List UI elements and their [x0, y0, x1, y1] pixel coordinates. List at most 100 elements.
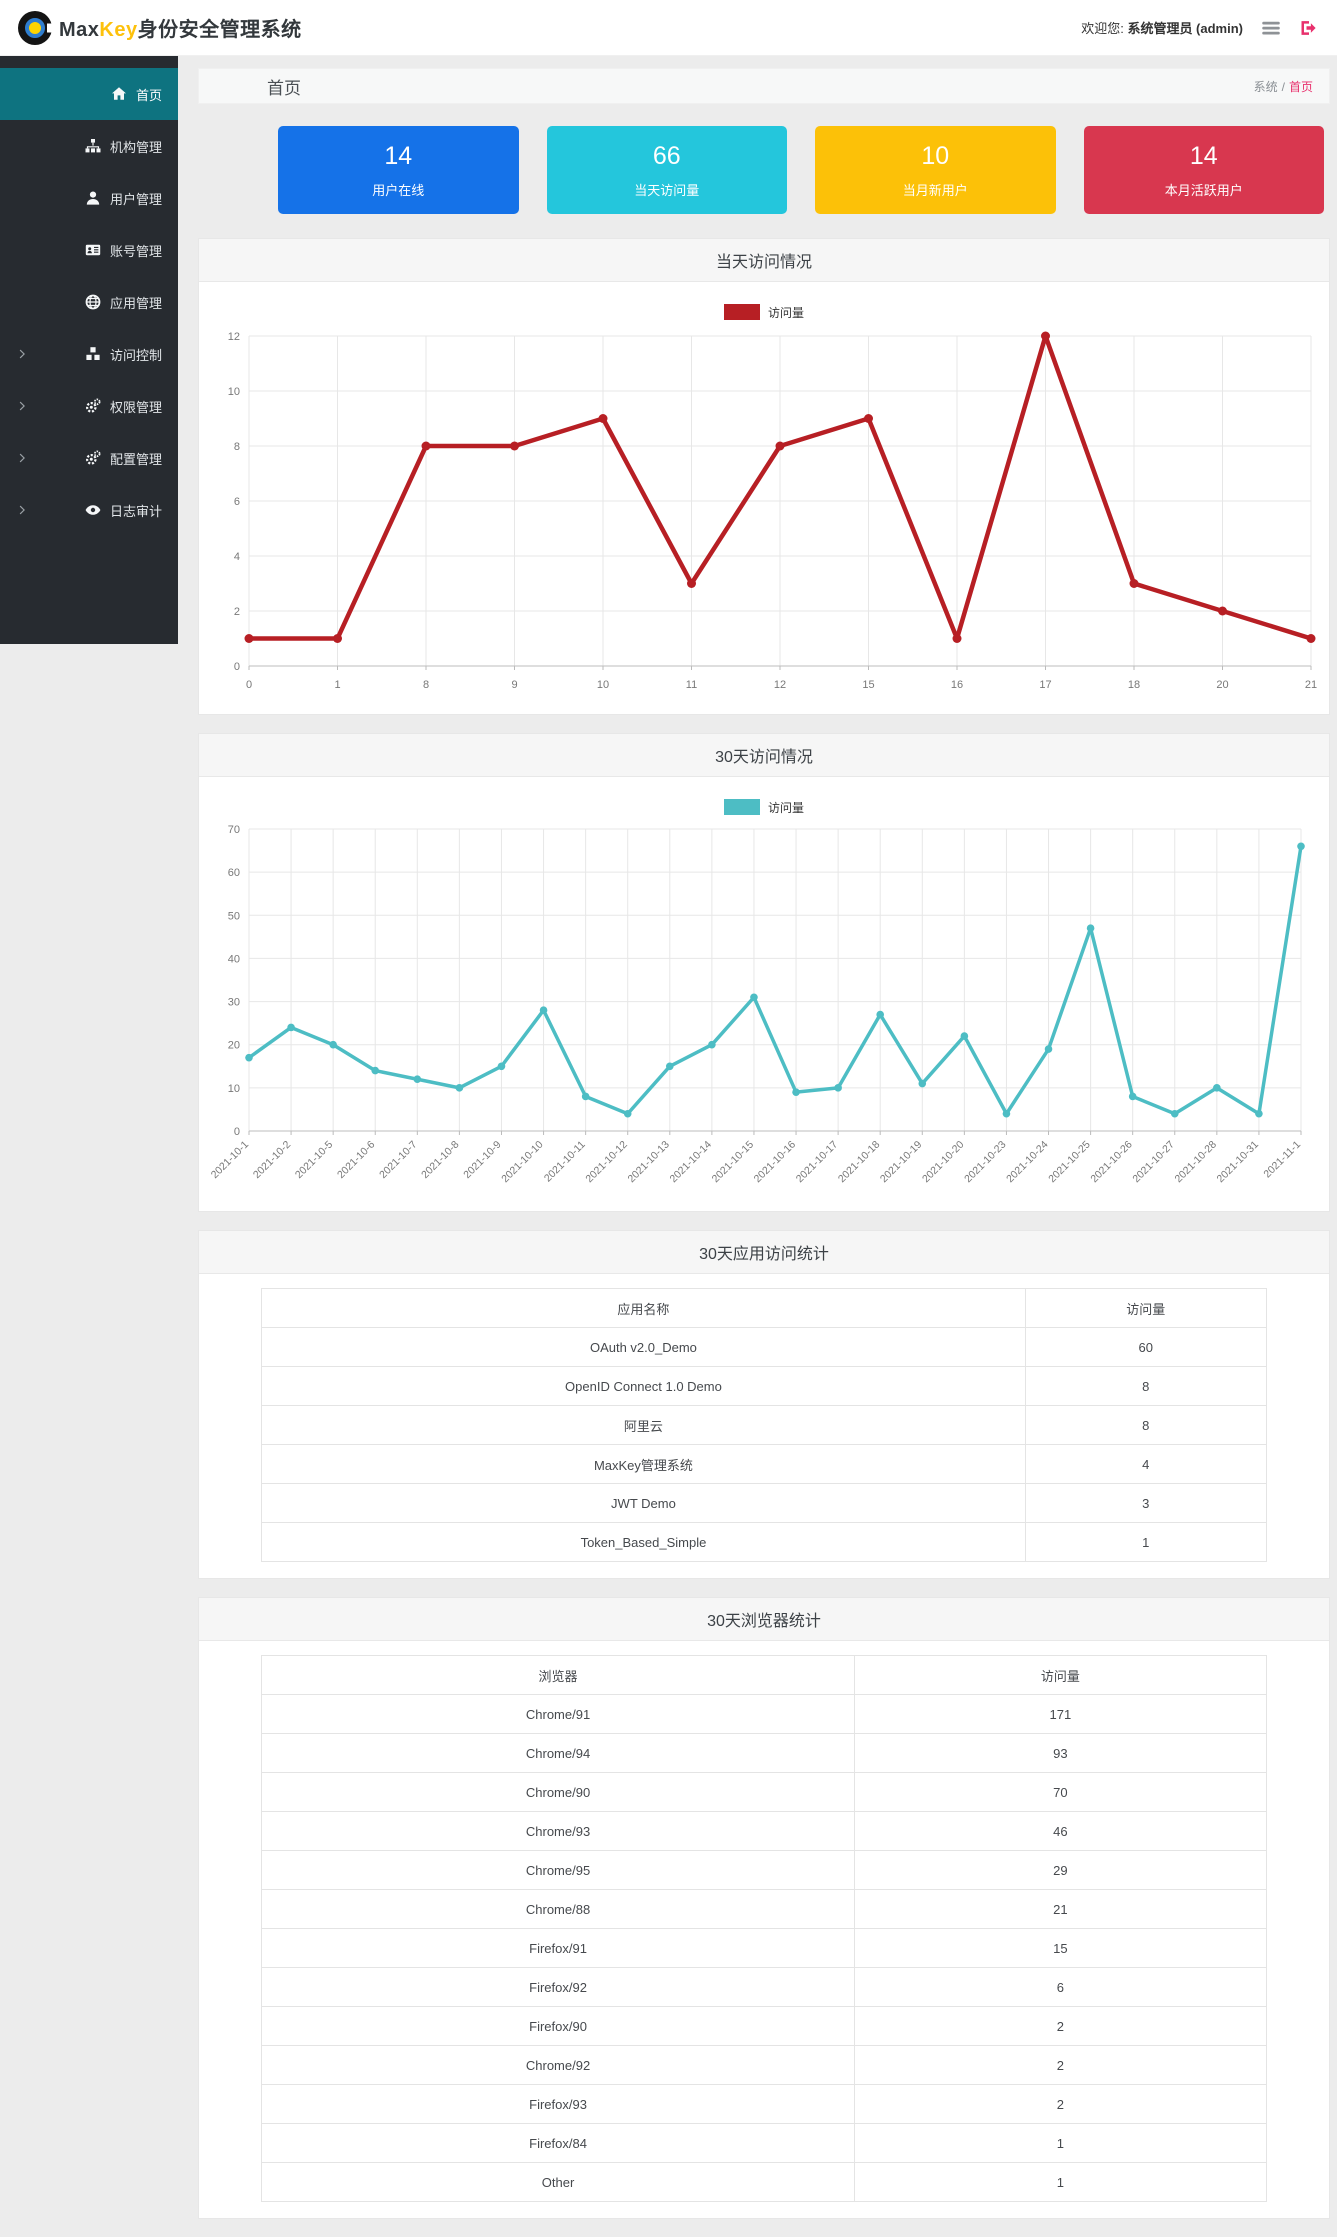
sidebar-item-0[interactable]: 首页	[0, 68, 178, 120]
svg-text:2: 2	[234, 606, 240, 618]
table-cell: 8	[1024, 1366, 1267, 1406]
table-cell: Firefox/90	[261, 2006, 855, 2046]
table-cell: 8	[1024, 1405, 1267, 1445]
svg-text:17: 17	[1039, 679, 1051, 691]
line-chart-svg: 0246810120 1 8 9 10 11 12 15 16 17 18 20 21	[228, 331, 1317, 691]
sidebar-item-7[interactable]: 配置管理	[0, 432, 178, 484]
stat-card-1: 66 当天访问量	[546, 126, 787, 214]
table-cell: 171	[853, 1694, 1267, 1734]
sidebar-item-label: 配置管理	[109, 451, 162, 467]
table-cell: Other	[261, 2162, 855, 2202]
table-cell: 4	[1024, 1444, 1267, 1484]
sidebar-item-4[interactable]: 应用管理	[0, 276, 178, 328]
table-cell: Chrome/94	[261, 1733, 855, 1773]
svg-text:70: 70	[228, 824, 240, 836]
globe-icon	[85, 294, 101, 310]
svg-text:6: 6	[234, 496, 240, 508]
sidebar-item-5[interactable]: 访问控制	[0, 328, 178, 380]
svg-text:11: 11	[686, 679, 697, 691]
sitemap-icon	[85, 138, 101, 154]
svg-text:9: 9	[511, 679, 517, 691]
chart-card-30days: 30天访问情况 访问量 0 10 20 30 40 50 60 70 2021-10-1 2021-…	[198, 733, 1330, 1212]
svg-text:2021-10-14: 2021-10-14	[668, 1139, 715, 1186]
svg-text:2021-10-23: 2021-10-23	[962, 1139, 1009, 1186]
svg-text:8: 8	[234, 441, 240, 453]
stat-card-0: 14 用户在线	[278, 126, 519, 214]
table-cell: Firefox/91	[261, 1928, 855, 1968]
svg-text:16: 16	[951, 679, 963, 691]
table-header-row: 应用名称 访问量	[261, 1288, 1267, 1328]
svg-text:2021-10-13: 2021-10-13	[625, 1139, 672, 1186]
svg-text:2021-10-9: 2021-10-9	[461, 1139, 503, 1181]
brand-key: Key	[99, 19, 138, 41]
legend-label: 访问量	[767, 800, 804, 815]
table-cell: Chrome/93	[261, 1811, 855, 1851]
welcome-text: 欢迎您: 系统管理员 (admin)	[1081, 18, 1243, 37]
table-row: Firefox/92 6	[261, 1967, 1267, 2007]
stat-card-3: 14 本月活跃用户	[1083, 126, 1324, 214]
sidebar-item-6[interactable]: 权限管理	[0, 380, 178, 432]
table-cell: OpenID Connect 1.0 Demo	[261, 1366, 1026, 1406]
chart-title-30days: 30天访问情况	[199, 734, 1329, 777]
chart-legend[interactable]: 访问量	[199, 777, 1329, 821]
svg-text:2021-10-7: 2021-10-7	[377, 1139, 419, 1181]
user-icon	[85, 190, 101, 206]
brand-title: MaxKey身份安全管理系统	[59, 13, 302, 42]
page-title: 首页	[267, 78, 301, 98]
svg-text:18: 18	[1128, 679, 1140, 691]
svg-text:2021-10-10: 2021-10-10	[499, 1139, 546, 1186]
table-title-browser-stats: 30天浏览器统计	[199, 1598, 1329, 1641]
breadcrumb: 系统 / 首页	[1254, 78, 1313, 95]
stat-label: 本月活跃用户	[1164, 182, 1243, 198]
eye-icon	[85, 502, 101, 518]
svg-text:2021-10-28: 2021-10-28	[1172, 1139, 1219, 1186]
cogs-icon	[85, 398, 101, 414]
svg-text:2021-10-18: 2021-10-18	[836, 1139, 883, 1186]
table-cell: 70	[853, 1772, 1267, 1812]
table-cell: 1	[853, 2123, 1267, 2163]
table-cell: Chrome/92	[261, 2045, 855, 2085]
svg-text:2021-10-20: 2021-10-20	[920, 1139, 967, 1186]
svg-text:2021-10-27: 2021-10-27	[1130, 1139, 1177, 1186]
table-row: Chrome/88 21	[261, 1889, 1267, 1929]
breadcrumb-root[interactable]: 系统	[1254, 80, 1278, 94]
svg-text:2021-10-25: 2021-10-25	[1046, 1139, 1093, 1186]
svg-text:0: 0	[234, 1126, 240, 1138]
chart-title-today: 当天访问情况	[199, 239, 1329, 282]
table-row: Token_Based_Simple 1	[261, 1522, 1267, 1562]
table-row: Chrome/91 171	[261, 1694, 1267, 1734]
sidebar-item-label: 机构管理	[109, 139, 162, 155]
table-cell: 2	[853, 2006, 1267, 2046]
sidebar-item-3[interactable]: 账号管理	[0, 224, 178, 276]
chart-card-today: 当天访问情况 访问量 0 2 4 6 8 10 12 0 1 8 9 10 11 12 15 16 17 18 20 2…	[198, 238, 1330, 715]
svg-text:10: 10	[228, 386, 240, 398]
logout-icon[interactable]	[1299, 18, 1319, 38]
table-row: Chrome/95 29	[261, 1850, 1267, 1890]
welcome-user: 系统管理员 (admin)	[1127, 21, 1243, 36]
svg-text:2021-10-17: 2021-10-17	[794, 1139, 841, 1186]
svg-text:50: 50	[228, 910, 240, 922]
svg-text:2021-10-16: 2021-10-16	[752, 1139, 799, 1186]
sidebar-item-2[interactable]: 用户管理	[0, 172, 178, 224]
svg-text:2021-10-26: 2021-10-26	[1088, 1139, 1135, 1186]
stat-card-2: 10 当月新用户	[815, 126, 1056, 214]
table-cell: 2	[853, 2045, 1267, 2085]
chart-legend[interactable]: 访问量	[199, 282, 1329, 326]
svg-text:12: 12	[228, 331, 240, 343]
chevron-right-icon	[16, 452, 28, 464]
legend-swatch-icon	[723, 304, 760, 320]
svg-text:0: 0	[234, 661, 240, 673]
svg-text:0: 0	[246, 679, 252, 691]
sidebar-item-1[interactable]: 机构管理	[0, 120, 178, 172]
sidebar-item-label: 日志审计	[109, 503, 162, 519]
table-cell: 阿里云	[261, 1405, 1026, 1445]
table-row: OpenID Connect 1.0 Demo 8	[261, 1366, 1267, 1406]
stats-table-1: 浏览器 访问量 Chrome/91 171 Chrome/94 93 Chrome/90 70…	[261, 1655, 1267, 2202]
sidebar-item-8[interactable]: 日志审计	[0, 484, 178, 536]
breadcrumb-current[interactable]: 首页	[1289, 80, 1313, 94]
welcome-label: 欢迎您:	[1081, 21, 1124, 36]
table-row: MaxKey管理系统 4	[261, 1444, 1267, 1484]
hamburger-icon[interactable]	[1261, 18, 1281, 38]
stat-value: 66	[652, 141, 681, 170]
stat-value: 14	[1189, 141, 1218, 170]
